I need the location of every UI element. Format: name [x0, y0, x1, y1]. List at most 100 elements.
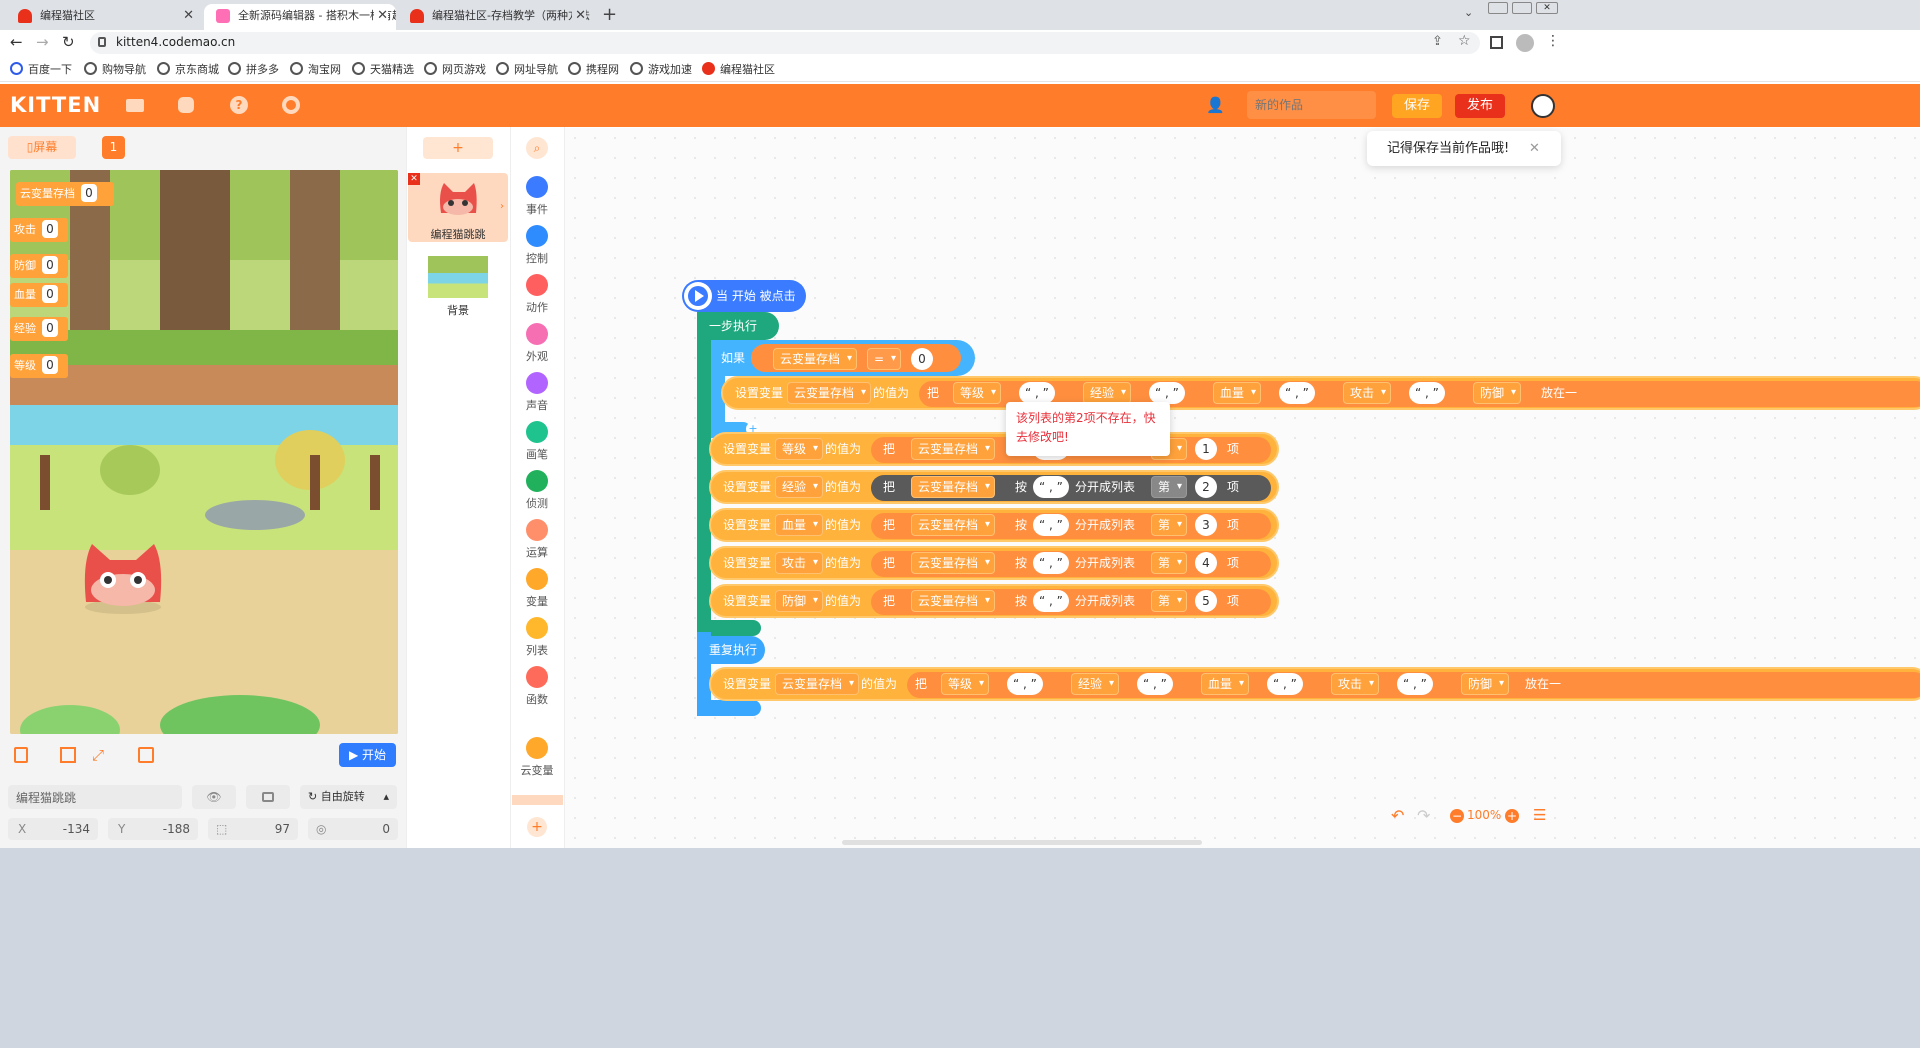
direction-field[interactable]: ◎ 0	[308, 818, 398, 840]
source-var-dropdown[interactable]: 云变量存档	[911, 514, 996, 536]
set-var-split-block[interactable]: 设置变量等级的值为把云变量存档按“ , ”分开成列表第1项	[709, 432, 1279, 466]
category-0[interactable]: 事件	[514, 176, 560, 217]
close-icon[interactable]: ✕	[374, 4, 388, 28]
tab-list-chevron-icon[interactable]: ⌄	[1464, 6, 1473, 19]
target-var-dropdown[interactable]: 云变量存档	[775, 673, 860, 695]
add-extension-button[interactable]: +	[527, 817, 547, 837]
item-index-dropdown[interactable]: 第	[1151, 552, 1188, 574]
side-panel-icon[interactable]	[1490, 36, 1503, 49]
var-dropdown[interactable]: 血量	[1213, 382, 1262, 404]
var-dropdown[interactable]: 等级	[941, 673, 990, 695]
category-9[interactable]: 列表	[514, 617, 560, 658]
var-dropdown[interactable]: 攻击	[1331, 673, 1380, 695]
target-var-dropdown[interactable]: 云变量存档	[787, 382, 872, 404]
comma-input[interactable]: “ , ”	[1397, 673, 1433, 695]
close-icon[interactable]: ✕	[183, 4, 194, 28]
bookmark-item[interactable]: 游戏加速	[630, 61, 692, 77]
set-var-split-block[interactable]: 设置变量经验的值为 把 云变量存档 按 “ , ” 分开成列表 第2项	[709, 470, 1279, 504]
bookmark-star-icon[interactable]: ☆	[1458, 33, 1471, 49]
bookmark-item[interactable]: 淘宝网	[290, 61, 341, 77]
help-icon[interactable]: ?	[230, 96, 248, 114]
category-4[interactable]: 声音	[514, 372, 560, 413]
target-var-dropdown[interactable]: 等级	[775, 438, 824, 460]
when-start-hat-block[interactable]: 当 开始 被点击	[682, 280, 806, 312]
start-button[interactable]: ▶ 开始	[339, 743, 396, 767]
stage-canvas[interactable]: 云变量存档 0 攻击 0 防御 0 血量 0 经验 0 等级 0	[10, 170, 398, 734]
var-dropdown[interactable]: 防御	[1473, 382, 1522, 404]
operator-dropdown[interactable]: =	[867, 348, 902, 370]
index-input[interactable]: 1	[1195, 438, 1217, 460]
bookmark-item[interactable]: 网址导航	[496, 61, 558, 77]
variable-monitor[interactable]: 云变量存档 0	[16, 182, 114, 206]
var-dropdown[interactable]: 等级	[953, 382, 1002, 404]
target-var-dropdown[interactable]: 防御	[775, 590, 824, 612]
browser-tab[interactable]: 编程猫社区-存档教学（两种方法 ✕	[398, 4, 594, 30]
code-workspace[interactable]: 当 开始 被点击 一步执行 重复执行 如果 云变量存档 = 0 + 设置变量 云…	[565, 128, 1920, 848]
category-1[interactable]: 控制	[514, 225, 560, 266]
join-operator[interactable]: 把 等级 “ , ” 经验 “ , ” 血量 “ , ” 攻击 “ , ” 防御…	[907, 672, 1920, 698]
share-icon[interactable]: ⇪	[1432, 34, 1443, 49]
category-10[interactable]: 函数	[514, 666, 560, 707]
separator-input[interactable]: “ , ”	[1033, 476, 1069, 498]
index-input[interactable]: 2	[1195, 476, 1217, 498]
index-input[interactable]: 3	[1195, 514, 1217, 536]
target-var-dropdown[interactable]: 经验	[775, 476, 824, 498]
compare-value-input[interactable]: 0	[911, 348, 933, 370]
source-var-dropdown[interactable]: 云变量存档	[911, 476, 996, 498]
add-collaborator-icon[interactable]: 👤	[1206, 96, 1228, 114]
back-arrow-icon[interactable]: ←	[10, 33, 23, 51]
index-input[interactable]: 5	[1195, 590, 1217, 612]
close-icon[interactable]: ✕	[1529, 131, 1540, 166]
profile-avatar-icon[interactable]	[1516, 34, 1534, 52]
delete-icon[interactable]: ✕	[408, 173, 420, 185]
source-var-dropdown[interactable]: 云变量存档	[911, 590, 996, 612]
set-var-split-block[interactable]: 设置变量血量的值为 把 云变量存档 按 “ , ” 分开成列表 第3项	[709, 508, 1279, 542]
set-var-split-block[interactable]: 设置变量防御的值为 把 云变量存档 按 “ , ” 分开成列表 第5项	[709, 584, 1279, 618]
cloud-var-dropdown[interactable]: 云变量存档	[773, 348, 858, 370]
var-dropdown[interactable]: 经验	[1071, 673, 1120, 695]
target-var-dropdown[interactable]: 攻击	[775, 552, 824, 574]
bookmark-item[interactable]: 携程网	[568, 61, 619, 77]
bookmark-item[interactable]: 编程猫社区	[702, 61, 775, 77]
reload-icon[interactable]: ↻	[62, 33, 75, 51]
redo-icon[interactable]: ↷	[1417, 806, 1430, 825]
list-item-operator[interactable]: 把 云变量存档 按 “ , ” 分开成列表 第4项	[871, 551, 1271, 577]
codemao-cat-sprite[interactable]	[80, 542, 170, 622]
screen-number-badge[interactable]: 1	[102, 136, 125, 159]
step-exec-block[interactable]: 一步执行	[697, 312, 779, 340]
item-index-dropdown[interactable]: 第	[1151, 590, 1188, 612]
save-button[interactable]: 保存	[1392, 94, 1442, 118]
list-item-operator[interactable]: 把 云变量存档 按 “ , ” 分开成列表 第3项	[871, 513, 1271, 539]
var-dropdown[interactable]: 攻击	[1343, 382, 1392, 404]
window-close-icon[interactable]: ✕	[1536, 2, 1558, 14]
comma-input[interactable]: “ , ”	[1279, 382, 1315, 404]
if-block[interactable]: 如果 云变量存档 = 0	[711, 340, 975, 376]
target-var-dropdown[interactable]: 血量	[775, 514, 824, 536]
variable-monitor[interactable]: 防御 0	[10, 254, 68, 278]
separator-input[interactable]: “ , ”	[1033, 590, 1069, 612]
horizontal-scrollbar[interactable]	[842, 840, 1202, 845]
search-icon[interactable]: ⌕	[526, 137, 548, 159]
y-field[interactable]: Y -188	[108, 818, 198, 840]
comma-input[interactable]: “ , ”	[1149, 382, 1185, 404]
comma-input[interactable]: “ , ”	[1409, 382, 1445, 404]
record-icon[interactable]	[138, 747, 154, 763]
publish-button[interactable]: 发布	[1455, 94, 1505, 118]
comma-input[interactable]: “ , ”	[1007, 673, 1043, 695]
equals-condition[interactable]: 云变量存档 = 0	[751, 344, 961, 372]
comma-input[interactable]: “ , ”	[1019, 382, 1055, 404]
separator-input[interactable]: “ , ”	[1033, 552, 1069, 574]
project-name-input[interactable]	[1247, 91, 1376, 119]
align-blocks-icon[interactable]: ☰	[1533, 806, 1546, 824]
list-item-operator[interactable]: 把 云变量存档 按 “ , ” 分开成列表 第5项	[871, 589, 1271, 615]
screen-toggle-button[interactable]: ▯屏幕	[8, 136, 76, 159]
category-11[interactable]: 云变量	[514, 737, 560, 778]
item-index-dropdown[interactable]: 第	[1151, 514, 1188, 536]
variable-monitor[interactable]: 攻击 0	[10, 218, 68, 242]
sprite-library-icon[interactable]	[178, 97, 194, 113]
zoom-in-icon[interactable]: +	[1505, 809, 1519, 823]
variable-monitor[interactable]: 经验 0	[10, 317, 68, 341]
fullscreen-icon[interactable]: ⤢	[92, 746, 104, 764]
gear-icon[interactable]	[282, 96, 300, 114]
bookmark-item[interactable]: 网页游戏	[424, 61, 486, 77]
